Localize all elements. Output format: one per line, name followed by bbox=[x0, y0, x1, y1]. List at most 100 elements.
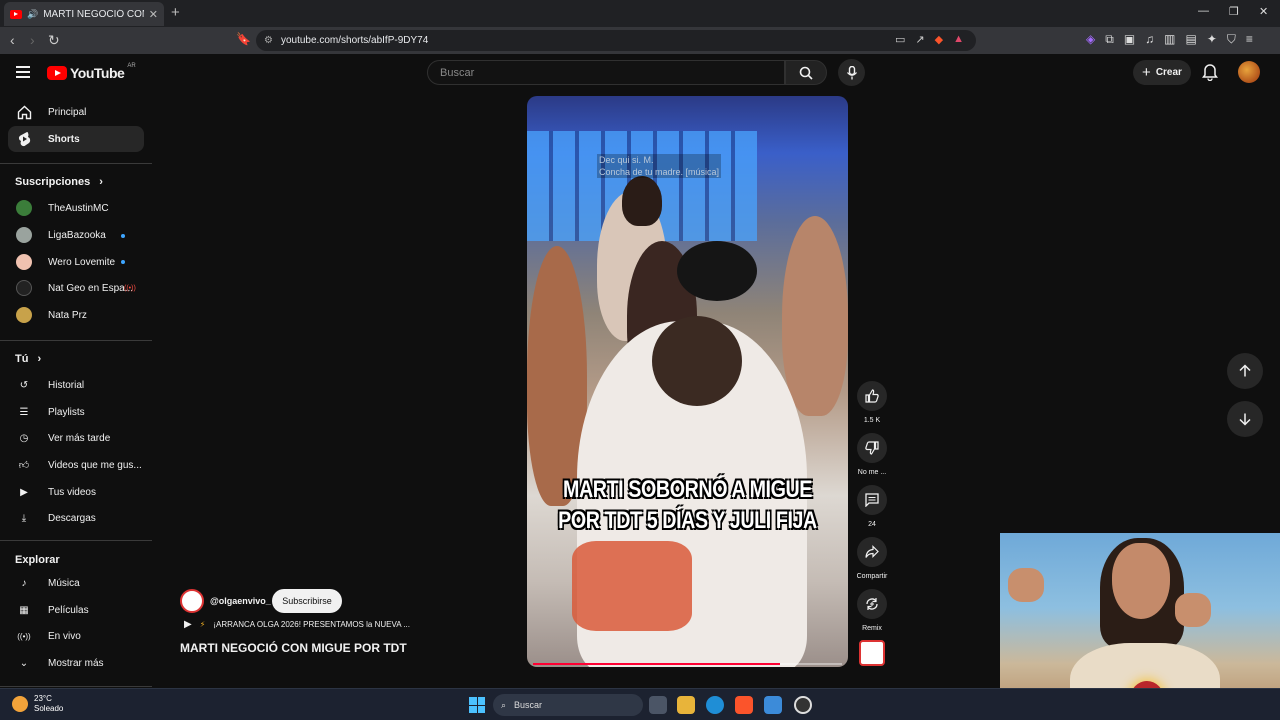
download-icon: ⤓ bbox=[21, 512, 27, 524]
sidebar-divider bbox=[0, 163, 152, 164]
chevron-right-icon: › bbox=[99, 176, 103, 188]
leo-ai-icon[interactable]: ✦ bbox=[1207, 32, 1217, 47]
back-icon[interactable]: ‹ bbox=[10, 32, 15, 48]
shield-icon[interactable]: ⛉ bbox=[1227, 32, 1236, 47]
search-placeholder: Buscar bbox=[440, 66, 475, 79]
youtube-play-icon bbox=[47, 66, 67, 80]
screenshot-icon[interactable]: ▣ bbox=[1124, 32, 1135, 47]
sidebar-item-ver-mas-tarde[interactable]: ◷ Ver más tarde bbox=[8, 425, 144, 451]
new-content-dot bbox=[121, 260, 125, 264]
subscriptions-heading[interactable]: Suscripciones › bbox=[15, 176, 103, 188]
weather-widget[interactable]: 23°C Soleado bbox=[12, 694, 63, 714]
reload-icon[interactable]: ↻ bbox=[48, 32, 60, 49]
sidebar-item-shorts[interactable]: Shorts bbox=[8, 126, 144, 152]
obs-icon[interactable] bbox=[794, 696, 812, 714]
media-icon[interactable]: ♫ bbox=[1145, 32, 1154, 47]
you-heading[interactable]: Tú › bbox=[15, 353, 41, 365]
brave-rewards-icon[interactable]: ▲ bbox=[953, 33, 964, 46]
sidebar-toggle-icon[interactable]: ▥ bbox=[1164, 32, 1175, 47]
cast-icon[interactable]: ▭ bbox=[895, 33, 905, 46]
short-title-line: MARTI SOBORNÓ A MIGUE bbox=[562, 476, 813, 503]
sidebar-sub-nata-prz[interactable]: Nata Prz bbox=[8, 302, 144, 328]
minimize-icon[interactable]: — bbox=[1198, 5, 1209, 17]
sidebar-item-mostrar-mas[interactable]: ⌄ Mostrar más bbox=[8, 650, 144, 676]
sidebar-item-tus-videos[interactable]: ▶ Tus videos bbox=[8, 479, 144, 505]
youtube-logo[interactable]: YouTube AR bbox=[47, 63, 136, 81]
thumbs-up-icon: 👍︎ bbox=[18, 460, 30, 471]
sidebar-item-en-vivo[interactable]: ((•)) En vivo bbox=[8, 623, 144, 649]
site-settings-icon[interactable]: ⚙ bbox=[264, 35, 273, 46]
extensions-icon[interactable]: ⧉ bbox=[1105, 32, 1114, 47]
webcam-person-hand bbox=[1008, 568, 1044, 602]
wallet-icon[interactable]: ▤ bbox=[1186, 32, 1197, 47]
url-field[interactable]: ⚙ youtube.com/shorts/abIfP-9DY74 ▭ ↗ ◆ ▲ bbox=[256, 30, 976, 51]
close-window-icon[interactable]: ✕ bbox=[1259, 5, 1268, 18]
share-button[interactable]: Compartir bbox=[850, 537, 894, 580]
video-frame-fan bbox=[677, 241, 757, 301]
voice-search-button[interactable] bbox=[838, 59, 865, 86]
sidebar-item-label: Historial bbox=[48, 379, 85, 391]
search-button[interactable] bbox=[785, 60, 827, 85]
brave-browser-icon[interactable] bbox=[735, 696, 753, 714]
menu-icon[interactable]: ≡ bbox=[1246, 32, 1253, 47]
file-explorer-icon[interactable] bbox=[677, 696, 695, 714]
new-tab-icon[interactable]: + bbox=[171, 4, 180, 21]
subscribe-label: Subscribirse bbox=[282, 596, 332, 606]
notifications-bell-icon[interactable] bbox=[1202, 63, 1218, 81]
remix-button[interactable]: Remix bbox=[850, 589, 894, 632]
user-avatar[interactable] bbox=[1238, 61, 1260, 83]
like-button[interactable]: 1.5 K bbox=[850, 381, 894, 424]
sidebar-item-historial[interactable]: ↺ Historial bbox=[8, 372, 144, 398]
search-input[interactable]: Buscar bbox=[427, 60, 785, 85]
short-video-player[interactable]: Dec qui si. M. Concha de tu madre. [músi… bbox=[527, 96, 848, 667]
short-caption[interactable]: MARTI NEGOCIÓ CON MIGUE POR TDT bbox=[180, 641, 407, 655]
subscribe-button[interactable]: Subscribirse bbox=[272, 589, 342, 613]
short-title-line: POR TDT 5 DÍAS Y JULI FIJA bbox=[558, 507, 817, 534]
task-view-icon[interactable] bbox=[649, 696, 667, 714]
restore-icon[interactable]: ❐ bbox=[1229, 5, 1239, 18]
browser-tab-bar: 🔊 MARTI NEGOCIÓ CON MIGUE ✕ + — ❐ ✕ bbox=[0, 0, 1280, 27]
channel-name[interactable]: @olgaenvivo_ bbox=[210, 596, 271, 606]
sidebar-item-playlists[interactable]: ☰ Playlists bbox=[8, 399, 144, 425]
sidebar-item-descargas[interactable]: ⤓ Descargas bbox=[8, 505, 144, 531]
play-icon: ▶ bbox=[184, 619, 192, 630]
sidebar-item-musica[interactable]: ♪ Música bbox=[8, 570, 144, 596]
windows-taskbar: 23°C Soleado ⌕ Buscar bbox=[0, 688, 1280, 720]
live-indicator-icon: ((•)) bbox=[124, 285, 136, 292]
photos-icon[interactable] bbox=[764, 696, 782, 714]
video-progress-bar[interactable] bbox=[533, 663, 842, 665]
browser-tab[interactable]: 🔊 MARTI NEGOCIÓ CON MIGUE ✕ bbox=[4, 2, 164, 26]
brave-shield-icon[interactable]: ◆ bbox=[935, 33, 943, 46]
sidebar-item-liked-videos[interactable]: 👍︎ Videos que me gus... bbox=[8, 452, 144, 478]
taskbar-search[interactable]: ⌕ Buscar bbox=[493, 694, 643, 716]
vpn-icon[interactable]: ◈ bbox=[1086, 32, 1095, 47]
search-icon: ⌕ bbox=[501, 699, 507, 710]
forward-icon[interactable]: › bbox=[30, 32, 35, 48]
windows-start-icon[interactable] bbox=[469, 697, 485, 713]
comments-button[interactable]: 24 bbox=[850, 485, 894, 528]
edge-icon[interactable] bbox=[706, 696, 724, 714]
sidebar-item-peliculas[interactable]: ▦ Películas bbox=[8, 597, 144, 623]
previous-short-button[interactable] bbox=[1227, 353, 1263, 389]
sidebar-item-label: Música bbox=[48, 577, 80, 589]
sidebar-item-label: Tus videos bbox=[48, 486, 96, 498]
auto-caption: Dec qui si. M. Concha de tu madre. [músi… bbox=[597, 154, 722, 178]
music-line[interactable]: ▶ ⚡ ¡ARRANCA OLGA 2026! PRESENTAMOS la N… bbox=[184, 619, 410, 630]
auto-caption-line: Dec qui si. M. bbox=[599, 155, 654, 165]
taskbar-search-label: Buscar bbox=[514, 700, 543, 710]
audio-source-thumbnail[interactable] bbox=[850, 640, 894, 666]
share-label: Compartir bbox=[856, 573, 888, 580]
sidebar-sub-theaustinmc[interactable]: TheAustinMC bbox=[8, 195, 144, 221]
hamburger-menu-icon[interactable] bbox=[16, 66, 30, 78]
sidebar-item-label: Películas bbox=[48, 604, 89, 616]
close-tab-icon[interactable]: ✕ bbox=[149, 8, 158, 21]
sidebar-item-principal[interactable]: Principal bbox=[8, 99, 144, 125]
next-short-button[interactable] bbox=[1227, 401, 1263, 437]
dislike-button[interactable]: No me ... bbox=[850, 433, 894, 476]
channel-avatar[interactable] bbox=[180, 589, 204, 613]
share-page-icon[interactable]: ↗ bbox=[915, 33, 924, 46]
create-button[interactable]: + Crear bbox=[1133, 60, 1191, 85]
speaker-icon[interactable]: 🔊 bbox=[27, 9, 38, 20]
explore-title: Explorar bbox=[15, 554, 60, 566]
bookmark-icon[interactable]: 🔖 bbox=[236, 32, 251, 46]
